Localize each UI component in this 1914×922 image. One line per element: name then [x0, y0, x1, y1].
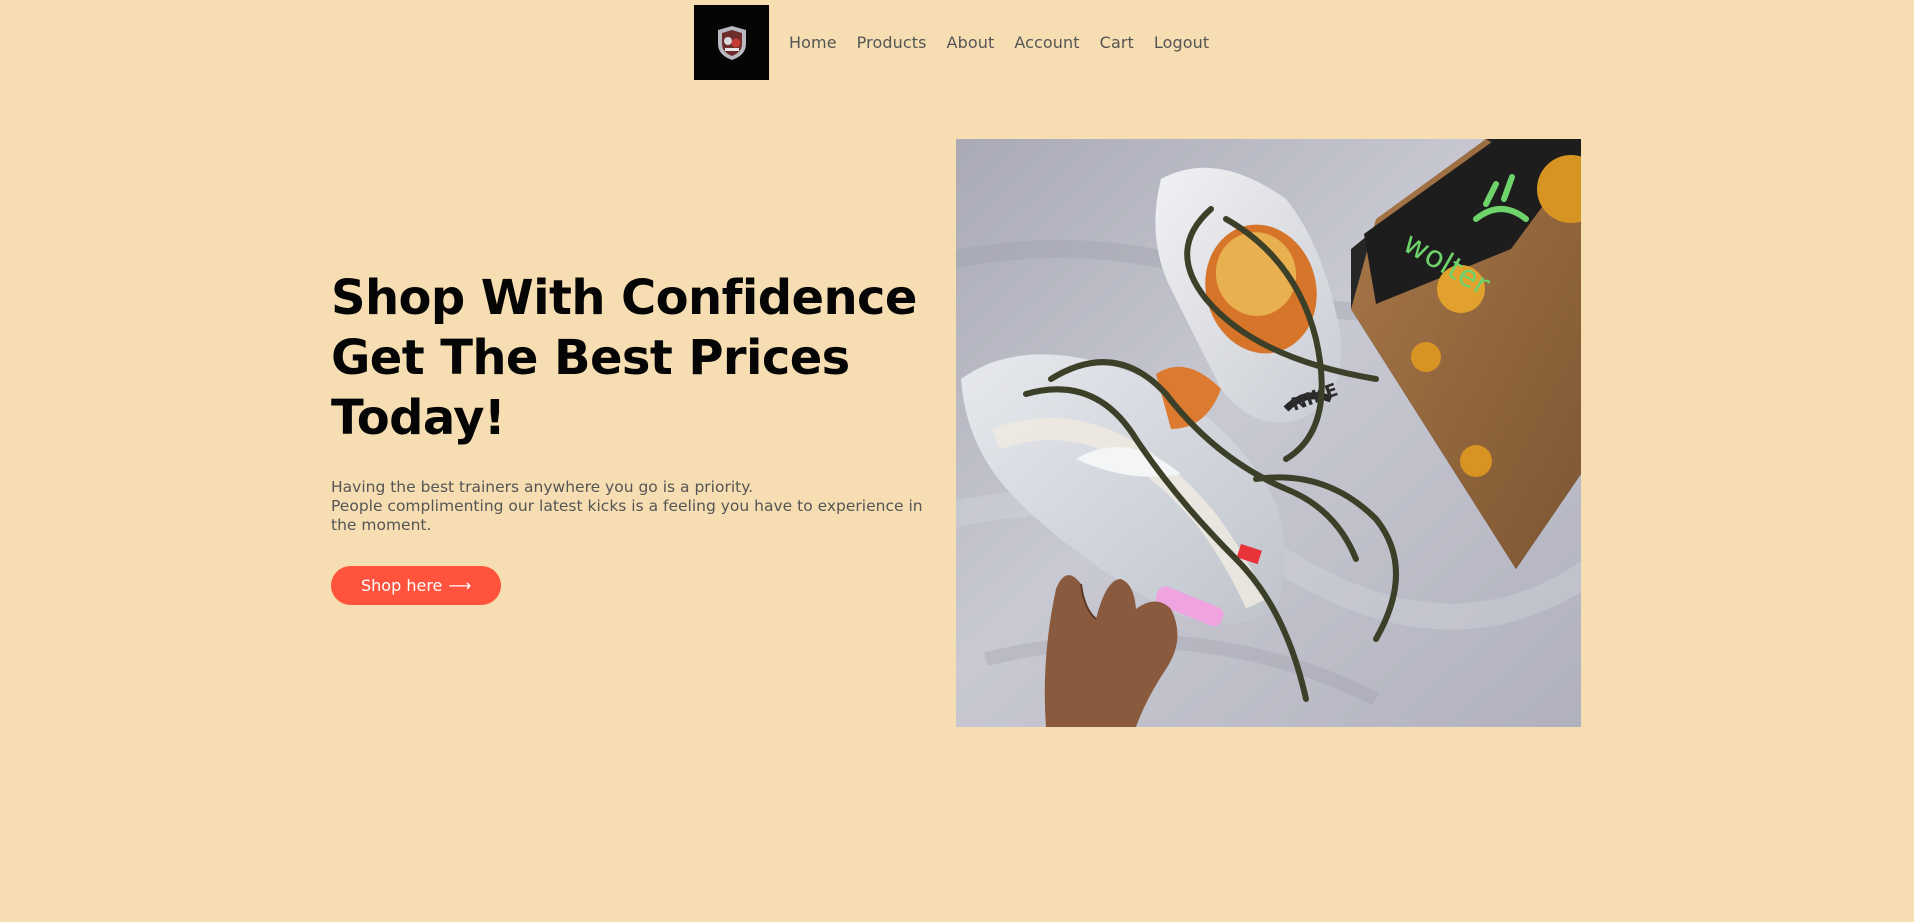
nav-link-about[interactable]: About: [947, 33, 995, 52]
sneakers-photo: wolter NIKE: [956, 139, 1581, 727]
shop-here-button[interactable]: Shop here ⟶: [331, 566, 502, 605]
hero-content: Shop With Confidence Get The Best Prices…: [331, 268, 931, 605]
nav-links: Home Products About Account Cart Logout: [789, 33, 1209, 52]
hero-title: Shop With Confidence Get The Best Prices…: [331, 268, 931, 448]
nav-link-account[interactable]: Account: [1014, 33, 1079, 52]
hero-description-line-1: Having the best trainers anywhere you go…: [331, 478, 754, 496]
hero-title-line-3: Today!: [331, 390, 506, 446]
hero-title-line-1: Shop With Confidence: [331, 270, 917, 326]
hero-description-line-2: People complimenting our latest kicks is…: [331, 497, 923, 534]
brand-logo[interactable]: [694, 5, 769, 80]
hero-description: Having the best trainers anywhere you go…: [331, 478, 931, 535]
arrow-right-icon: ⟶: [448, 576, 472, 595]
shop-here-label: Shop here: [361, 576, 443, 595]
nav-link-products[interactable]: Products: [857, 33, 927, 52]
nav-link-cart[interactable]: Cart: [1100, 33, 1134, 52]
navbar: Home Products About Account Cart Logout: [694, 5, 1209, 80]
crest-icon: [717, 25, 746, 60]
sneakers-photo-illustration: wolter NIKE: [956, 139, 1581, 727]
nav-link-logout[interactable]: Logout: [1154, 33, 1209, 52]
nav-link-home[interactable]: Home: [789, 33, 837, 52]
hero-title-line-2: Get The Best Prices: [331, 330, 850, 386]
